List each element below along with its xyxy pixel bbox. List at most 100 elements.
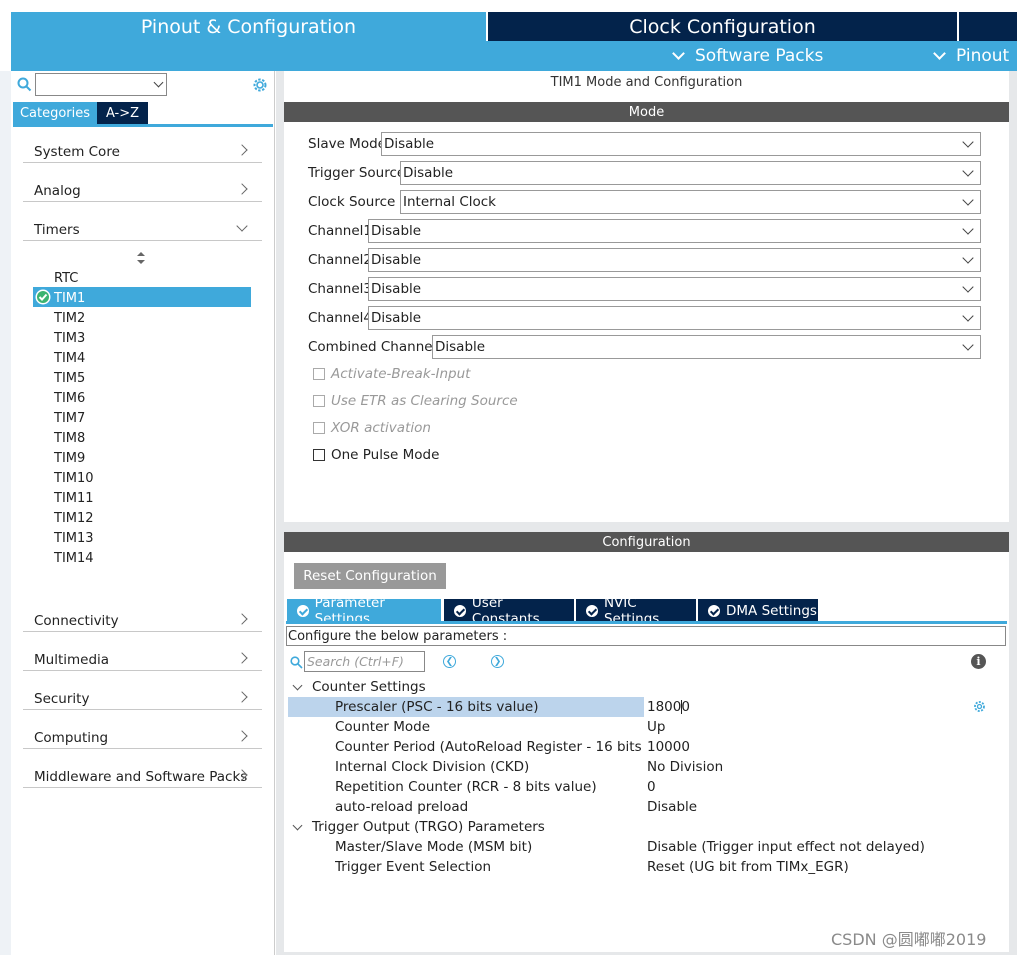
chevron-down-icon	[292, 820, 303, 831]
sort-icon[interactable]	[136, 252, 146, 264]
chevron-down-icon	[292, 680, 303, 691]
timer-item-tim13[interactable]: TIM13	[54, 528, 94, 548]
tab-pinout-configuration[interactable]: Pinout & Configuration	[11, 12, 486, 41]
category-system-core[interactable]: System Core	[23, 133, 262, 163]
timer-item-tim8[interactable]: TIM8	[54, 428, 85, 448]
timer-item-tim5[interactable]: TIM5	[54, 368, 85, 388]
timer-item-tim6[interactable]: TIM6	[54, 388, 85, 408]
parameter-value[interactable]: 10000	[647, 737, 690, 757]
tab-a-z[interactable]: A->Z	[97, 102, 148, 124]
tab-nvic-settings[interactable]: NVIC Settings	[576, 595, 696, 627]
tab-parameter-settings[interactable]: Parameter Settings	[287, 595, 441, 627]
parameter-row[interactable]: Counter Mode Up	[288, 717, 998, 737]
channel1-select[interactable]: Disable	[368, 219, 981, 243]
select-value: Disable	[371, 252, 422, 268]
category-middleware[interactable]: Middleware and Software Packs	[23, 758, 262, 788]
tab-clock-configuration[interactable]: Clock Configuration	[488, 12, 957, 41]
tab-user-constants[interactable]: User Constants	[444, 595, 574, 627]
group-counter-settings[interactable]: Counter Settings	[292, 677, 426, 697]
parameter-row[interactable]: Repetition Counter (RCR - 8 bits value) 0	[288, 777, 998, 797]
group-label: Trigger Output (TRGO) Parameters	[312, 819, 545, 835]
combined-channels-label: Combined Channels	[308, 339, 444, 355]
tab-categories[interactable]: Categories	[13, 102, 97, 124]
channel3-select[interactable]: Disable	[368, 277, 981, 301]
tab-dma-settings[interactable]: DMA Settings	[698, 599, 818, 622]
sub-nav-bar	[11, 41, 1017, 71]
check-circle-icon	[297, 604, 309, 617]
select-value: Internal Clock	[403, 194, 496, 210]
gear-icon[interactable]	[973, 700, 986, 713]
timer-item-tim9[interactable]: TIM9	[54, 448, 85, 468]
gear-icon[interactable]	[251, 76, 269, 94]
parameter-row[interactable]: auto-reload preload Disable	[288, 797, 998, 817]
timer-item-tim7[interactable]: TIM7	[54, 408, 85, 428]
parameter-value[interactable]: 18000	[647, 697, 690, 717]
parameter-value[interactable]: No Division	[647, 757, 723, 777]
parameter-name: auto-reload preload	[335, 799, 469, 815]
parameter-search-input[interactable]: Search (Ctrl+F)	[304, 651, 425, 672]
combined-channels-select[interactable]: Disable	[432, 335, 981, 359]
chevron-down-icon	[962, 194, 974, 206]
chevron-right-icon	[236, 730, 248, 742]
category-connectivity[interactable]: Connectivity	[23, 602, 262, 632]
slave-mode-select[interactable]: Disable	[381, 132, 981, 156]
channel2-select[interactable]: Disable	[368, 248, 981, 272]
parameter-value[interactable]: 0	[647, 777, 656, 797]
one-pulse-mode-label: One Pulse Mode	[331, 447, 440, 463]
parameter-value[interactable]: Disable (Trigger input effect not delaye…	[647, 837, 925, 857]
category-label: Timers	[34, 222, 80, 238]
channel3-label: Channel3	[308, 281, 373, 297]
one-pulse-mode-checkbox[interactable]	[313, 449, 325, 461]
xor-activation-checkbox[interactable]	[313, 422, 325, 434]
activate-break-input-label: Activate-Break-Input	[331, 366, 471, 382]
timer-item-tim10[interactable]: TIM10	[54, 468, 94, 488]
category-label: Middleware and Software Packs	[34, 769, 248, 785]
tab-extra[interactable]	[959, 12, 1017, 41]
select-value: Disable	[403, 165, 454, 181]
info-icon[interactable]: i	[971, 654, 986, 669]
trigger-source-select[interactable]: Disable	[400, 161, 981, 185]
timer-item-tim14[interactable]: TIM14	[54, 548, 94, 568]
parameter-row[interactable]: Master/Slave Mode (MSM bit) Disable (Trig…	[288, 837, 998, 857]
parameter-value[interactable]: Up	[647, 717, 665, 737]
group-trigger-output[interactable]: Trigger Output (TRGO) Parameters	[292, 817, 545, 837]
category-analog[interactable]: Analog	[23, 172, 262, 202]
activate-break-input-checkbox[interactable]	[313, 368, 325, 380]
reset-configuration-button[interactable]: Reset Configuration	[294, 563, 446, 589]
timer-item-tim11[interactable]: TIM11	[54, 488, 94, 508]
next-icon[interactable]: ❯	[491, 655, 504, 668]
parameter-value[interactable]: Disable	[647, 797, 697, 817]
chevron-down-icon	[962, 136, 974, 148]
channel4-select[interactable]: Disable	[368, 306, 981, 330]
timer-item-tim12[interactable]: TIM12	[54, 508, 94, 528]
tabs-underline	[286, 621, 1007, 624]
category-security[interactable]: Security	[23, 680, 262, 710]
check-circle-icon	[586, 604, 598, 617]
parameter-value[interactable]: Reset (UG bit from TIMx_EGR)	[647, 857, 849, 877]
clock-source-select[interactable]: Internal Clock	[400, 190, 981, 214]
timer-item-tim2[interactable]: TIM2	[54, 308, 85, 328]
timer-item-rtc[interactable]: RTC	[54, 268, 78, 288]
search-combo[interactable]	[35, 73, 167, 96]
parameter-row[interactable]: Internal Clock Division (CKD) No Division	[288, 757, 998, 777]
parameter-name: Internal Clock Division (CKD)	[335, 759, 530, 775]
pinout-menu[interactable]: Pinout	[933, 41, 1009, 71]
use-etr-checkbox[interactable]	[313, 395, 325, 407]
timer-item-tim3[interactable]: TIM3	[54, 328, 85, 348]
category-timers[interactable]: Timers	[23, 211, 262, 241]
parameter-row[interactable]: Prescaler (PSC - 16 bits value) 18000	[288, 697, 998, 717]
search-icon[interactable]	[17, 77, 32, 92]
category-multimedia[interactable]: Multimedia	[23, 641, 262, 671]
channel2-label: Channel2	[308, 252, 373, 268]
parameter-row[interactable]: Counter Period (AutoReload Register - 16…	[288, 737, 998, 757]
previous-icon[interactable]: ❮	[443, 655, 456, 668]
timer-item-tim4[interactable]: TIM4	[54, 348, 85, 368]
category-computing[interactable]: Computing	[23, 719, 262, 749]
category-label: System Core	[34, 144, 120, 160]
software-packs-label: Software Packs	[695, 46, 824, 66]
parameter-name: Trigger Event Selection	[335, 859, 492, 875]
chevron-down-icon	[962, 339, 974, 351]
parameter-row[interactable]: Trigger Event Selection Reset (UG bit fro…	[288, 857, 998, 877]
timer-item-tim1[interactable]: TIM1	[54, 288, 85, 308]
software-packs-menu[interactable]: Software Packs	[672, 41, 824, 71]
